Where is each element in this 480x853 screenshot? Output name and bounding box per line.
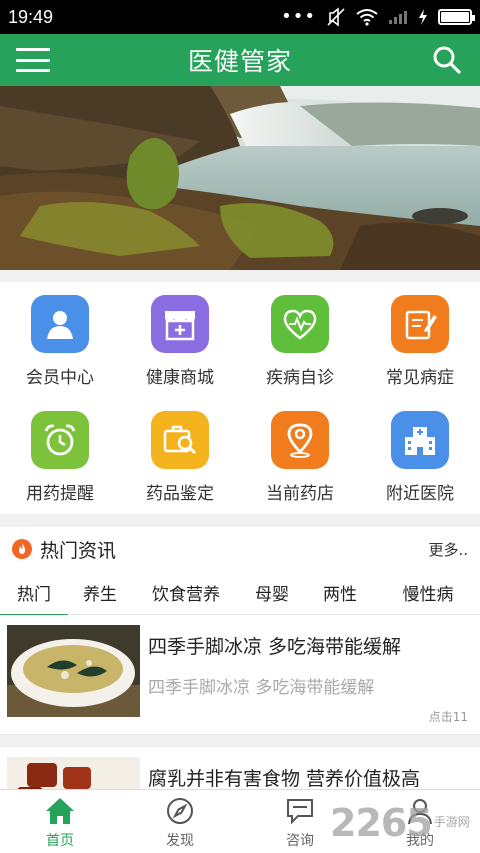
status-icons: ••• xyxy=(281,6,475,27)
home-icon xyxy=(45,796,75,826)
battery-fill xyxy=(441,12,469,22)
news-header: 热门资讯 更多.. xyxy=(0,527,480,571)
grid-item-drug-identification[interactable]: 药品鉴定 xyxy=(120,398,240,514)
grid-item-common-symptoms[interactable]: 常见病症 xyxy=(360,282,480,398)
more-link[interactable]: 更多.. xyxy=(428,539,468,560)
compass-icon xyxy=(165,796,195,826)
search-icon[interactable] xyxy=(432,45,462,75)
wifi-icon xyxy=(356,9,378,26)
app-title: 医健管家 xyxy=(187,47,292,76)
more-dots-icon: ••• xyxy=(281,6,316,27)
news-title: 热门资讯 xyxy=(40,539,117,562)
nav-home[interactable]: 首页 xyxy=(0,790,120,853)
notepad-icon xyxy=(391,295,449,353)
fire-icon xyxy=(12,539,32,559)
nav-label: 发现 xyxy=(166,833,194,849)
article-title: 腐乳并非有害食物 营养价值极高 xyxy=(148,768,421,789)
hot-news-section: 热门资讯 更多.. 热门 养生 饮食营养 母婴 两性 慢性病 四季手脚冰凉 多吃… xyxy=(0,527,480,789)
grid-item-member-center[interactable]: 会员中心 xyxy=(0,282,120,398)
profile-icon xyxy=(405,796,435,826)
article-thumbnail xyxy=(7,625,140,717)
chat-icon xyxy=(285,796,315,826)
article-summary: 四季手脚冰凉 多吃海带能缓解 xyxy=(148,678,375,698)
tab-sexual-health[interactable]: 两性 xyxy=(304,571,376,615)
nav-mine[interactable]: 我的 xyxy=(360,790,480,853)
shop-icon xyxy=(151,295,209,353)
tab-health[interactable]: 养生 xyxy=(68,571,132,615)
signal-icon xyxy=(389,11,407,24)
location-pin-icon xyxy=(271,411,329,469)
article-click-count: 点击11 xyxy=(428,710,468,724)
article-item[interactable]: 四季手脚冰凉 多吃海带能缓解 四季手脚冰凉 多吃海带能缓解 点击11 xyxy=(0,615,480,735)
tab-chronic[interactable]: 慢性病 xyxy=(376,571,480,615)
user-icon xyxy=(31,295,89,353)
article-item[interactable]: 腐乳并非有害食物 营养价值极高 xyxy=(0,747,480,789)
alarm-clock-icon xyxy=(31,411,89,469)
grid-label: 常见病症 xyxy=(386,368,454,388)
nav-discover[interactable]: 发现 xyxy=(120,790,240,853)
article-thumbnail xyxy=(7,757,140,789)
battery-icon xyxy=(438,9,475,25)
grid-label: 附近医院 xyxy=(386,484,454,504)
nav-label: 我的 xyxy=(406,833,434,849)
nav-consult[interactable]: 咨询 xyxy=(240,790,360,853)
grid-label: 健康商城 xyxy=(146,368,214,388)
medicine-search-icon xyxy=(151,411,209,469)
waterfall-landscape-image xyxy=(0,86,480,270)
nav-label: 首页 xyxy=(46,833,74,849)
grid-item-self-diagnosis[interactable]: 疾病自诊 xyxy=(240,282,360,398)
grid-label: 会员中心 xyxy=(26,368,94,388)
grid-label: 用药提醒 xyxy=(26,484,94,504)
heart-pulse-icon xyxy=(271,295,329,353)
mute-icon xyxy=(327,7,345,27)
tab-hot[interactable]: 热门 xyxy=(0,571,68,616)
hospital-icon xyxy=(391,411,449,469)
news-tabs: 热门 养生 饮食营养 母婴 两性 慢性病 xyxy=(0,571,480,616)
grid-label: 疾病自诊 xyxy=(266,368,334,388)
grid-label: 当前药店 xyxy=(266,484,334,504)
nav-label: 咨询 xyxy=(286,833,314,849)
grid-item-nearby-hospital[interactable]: 附近医院 xyxy=(360,398,480,514)
app-screen: 19:49 ••• 医健管家 会员中心 健康商城 疾病自诊 常见病症 用药提醒 … xyxy=(0,0,480,853)
tab-diet[interactable]: 饮食营养 xyxy=(132,571,240,615)
charging-icon xyxy=(419,9,427,25)
grid-item-health-mall[interactable]: 健康商城 xyxy=(120,282,240,398)
tab-maternal[interactable]: 母婴 xyxy=(240,571,304,615)
bottom-navigation: 首页 发现 咨询 我的 xyxy=(0,789,480,853)
article-divider xyxy=(0,735,480,747)
article-title: 四季手脚冰凉 多吃海带能缓解 xyxy=(148,636,402,658)
feature-grid: 会员中心 健康商城 疾病自诊 常见病症 用药提醒 药品鉴定 当前药店 附近医院 xyxy=(0,282,480,514)
grid-item-medication-reminder[interactable]: 用药提醒 xyxy=(0,398,120,514)
app-header: 医健管家 xyxy=(0,34,480,86)
banner-image[interactable] xyxy=(0,86,480,270)
grid-label: 药品鉴定 xyxy=(146,484,214,504)
menu-button[interactable] xyxy=(16,44,50,76)
status-time: 19:49 xyxy=(8,6,54,27)
status-bar: 19:49 ••• xyxy=(0,0,480,34)
grid-item-current-pharmacy[interactable]: 当前药店 xyxy=(240,398,360,514)
